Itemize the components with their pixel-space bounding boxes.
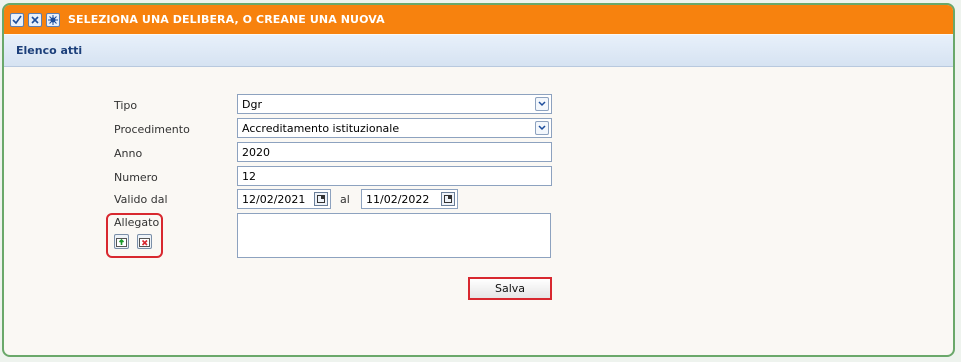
anno-label: Anno: [114, 147, 143, 160]
close-icon[interactable]: [28, 12, 42, 27]
calendar-icon[interactable]: [314, 192, 328, 206]
dialog-window: SELEZIONA UNA DELIBERA, O CREANE UNA NUO…: [2, 3, 955, 357]
window-title: SELEZIONA UNA DELIBERA, O CREANE UNA NUO…: [68, 13, 385, 26]
tipo-select[interactable]: Dgr: [237, 94, 552, 114]
section-header: Elenco atti: [4, 35, 953, 67]
anno-value: 2020: [242, 146, 270, 159]
numero-label: Numero: [114, 171, 158, 184]
valido-from-date[interactable]: 12/02/2021: [237, 189, 331, 209]
allegato-textarea[interactable]: [237, 213, 551, 258]
upload-icon[interactable]: [114, 234, 129, 249]
valido-to-date[interactable]: 11/02/2022: [361, 189, 458, 209]
title-bar: SELEZIONA UNA DELIBERA, O CREANE UNA NUO…: [4, 5, 953, 34]
calendar-icon[interactable]: [441, 192, 455, 206]
delete-attachment-icon[interactable]: [137, 234, 152, 249]
procedimento-value: Accreditamento istituzionale: [242, 122, 400, 135]
procedimento-select[interactable]: Accreditamento istituzionale: [237, 118, 552, 138]
valido-label: Valido dal: [114, 193, 168, 206]
valido-from-value: 12/02/2021: [242, 193, 306, 206]
chevron-down-icon[interactable]: [535, 121, 549, 135]
anno-input[interactable]: 2020: [237, 142, 552, 162]
check-icon[interactable]: [10, 12, 24, 27]
procedimento-label: Procedimento: [114, 123, 190, 136]
chevron-down-icon[interactable]: [535, 97, 549, 111]
allegato-label: Allegato: [114, 216, 160, 229]
settings-icon[interactable]: [46, 12, 60, 27]
tipo-value: Dgr: [242, 98, 262, 111]
valido-to-value: 11/02/2022: [366, 193, 430, 206]
numero-input[interactable]: 12: [237, 166, 552, 186]
valido-separator: al: [340, 193, 350, 206]
numero-value: 12: [242, 170, 256, 183]
section-title: Elenco atti: [16, 44, 83, 57]
tipo-label: Tipo: [114, 99, 138, 112]
save-button[interactable]: Salva: [468, 277, 552, 300]
